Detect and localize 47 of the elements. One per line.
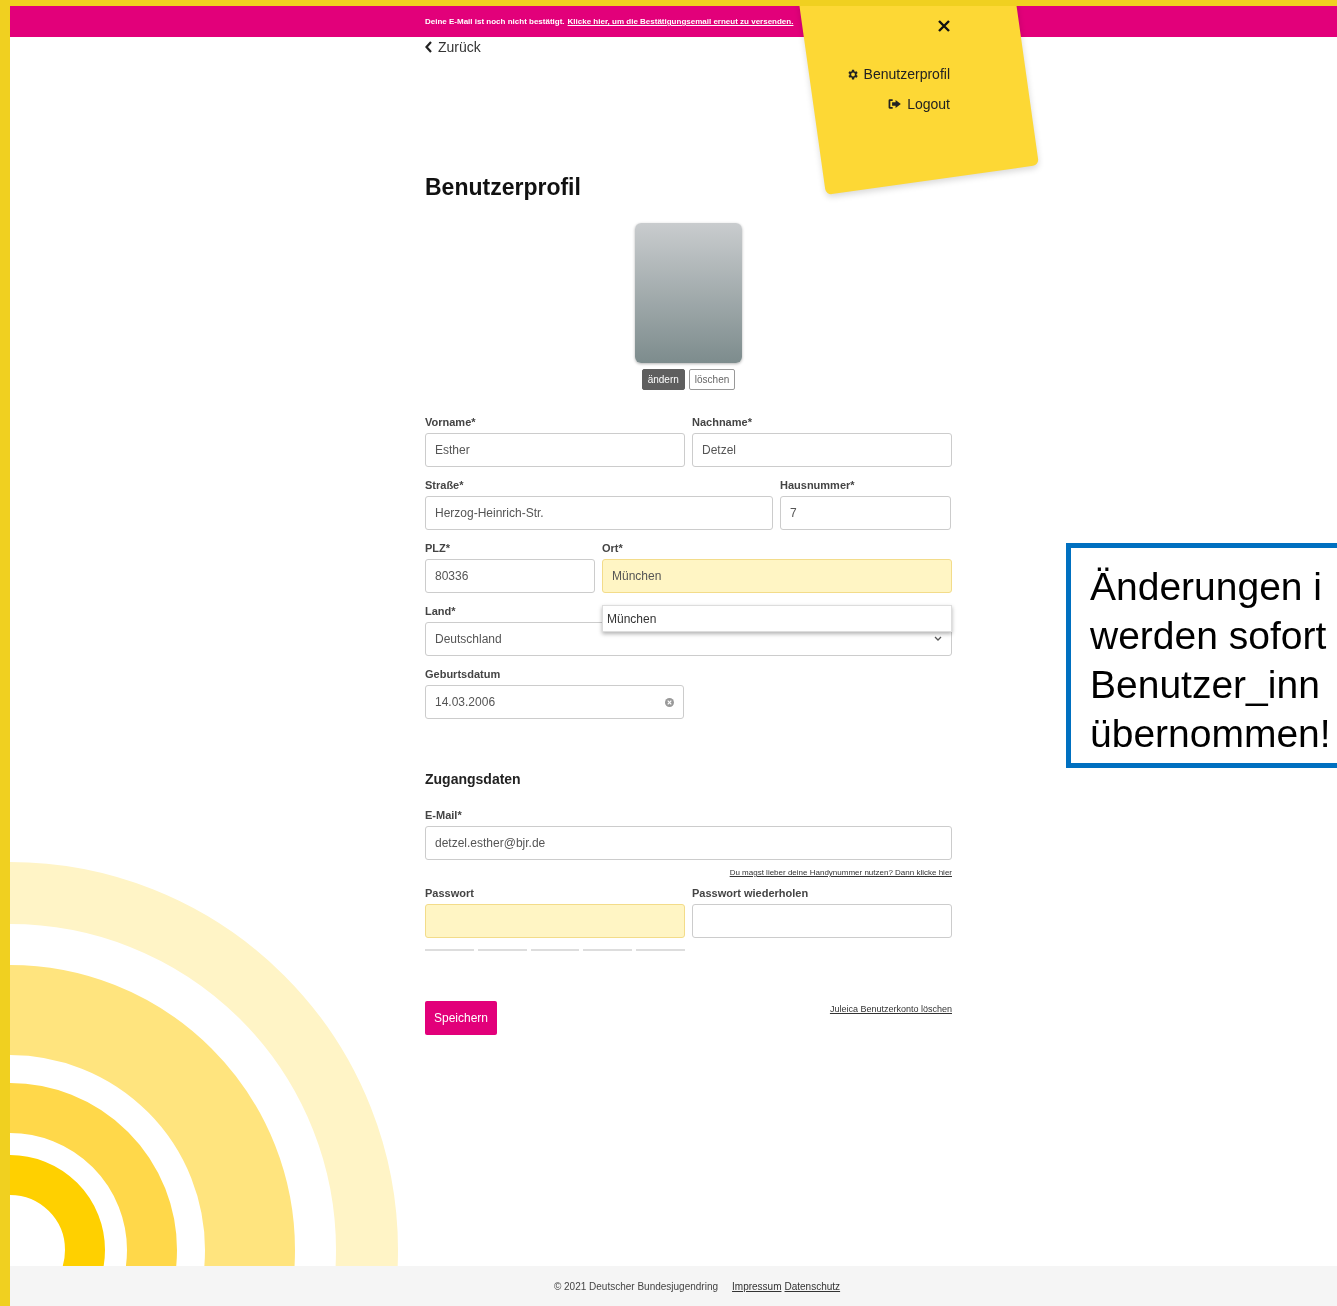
delete-account-link[interactable]: Juleica Benutzerkonto löschen — [829, 1004, 952, 1014]
field-label: E-Mail* — [425, 809, 463, 821]
photo-button[interactable]: ändern — [641, 369, 685, 390]
field-label: Passwort wiederholen — [692, 887, 810, 899]
field-label: Nachname* — [692, 416, 753, 428]
page-title: Benutzerprofil — [425, 174, 582, 201]
callout-text: Benutzer_inn — [1090, 662, 1321, 708]
chevron-down-icon — [934, 636, 942, 642]
callout-text: werden sofort — [1090, 613, 1328, 659]
field-label: Land* — [425, 605, 457, 617]
section-heading: Zugangsdaten — [425, 771, 522, 787]
banner-text: Deine E-Mail ist noch nicht bestätigt. — [425, 17, 565, 26]
autocomplete-menu[interactable]: München — [602, 605, 952, 632]
menu-item[interactable]: Benutzerprofil — [845, 66, 950, 82]
input-field[interactable]: detzel.esther@bjr.de — [425, 826, 952, 860]
date-field[interactable]: 14.03.2006 — [425, 685, 684, 719]
save-button[interactable]: Speichern — [425, 1001, 498, 1035]
menu-item[interactable]: Logout — [888, 96, 950, 112]
chevron-left-icon — [425, 41, 433, 53]
password-field[interactable] — [692, 904, 952, 938]
field-label: Ort* — [602, 542, 624, 554]
input-field[interactable]: 7 — [780, 496, 951, 530]
copyright-text: © 2021 Deutscher Bundesjugendring — [553, 1280, 719, 1292]
field-label: Straße* — [425, 479, 465, 491]
close-icon — [938, 20, 950, 32]
photo-button[interactable]: löschen — [688, 369, 736, 390]
callout-text: Änderungen i — [1090, 564, 1324, 610]
field-label: PLZ* — [425, 542, 452, 554]
logout-icon — [888, 98, 903, 110]
field-label: Passwort — [425, 887, 475, 899]
back-link[interactable]: Zurück — [425, 39, 481, 55]
phone-number-link[interactable]: Du magst lieber deine Handynummer nutzen? Dann klicke hier — [729, 868, 952, 877]
field-label: Vorname* — [425, 416, 477, 428]
field-label: Hausnummer* — [780, 479, 856, 491]
field-label: Geburtsdatum — [425, 668, 502, 680]
footer-link[interactable]: Datenschutz — [784, 1280, 841, 1292]
close-button[interactable] — [938, 20, 950, 32]
resend-link[interactable]: Klicke hier, um die Bestätigungsemail erneut zu versenden. — [567, 17, 794, 26]
input-field[interactable]: Detzel — [692, 433, 952, 467]
password-field[interactable] — [425, 904, 685, 938]
input-field[interactable]: München — [602, 559, 952, 593]
clear-icon[interactable] — [665, 697, 674, 707]
footer-link[interactable]: Impressum — [732, 1280, 782, 1292]
callout-text: übernommen! — [1090, 711, 1332, 757]
input-field[interactable]: Herzog-Heinrich-Str. — [425, 496, 773, 530]
input-field[interactable]: Esther — [425, 433, 685, 467]
input-field[interactable]: 80336 — [425, 559, 595, 593]
